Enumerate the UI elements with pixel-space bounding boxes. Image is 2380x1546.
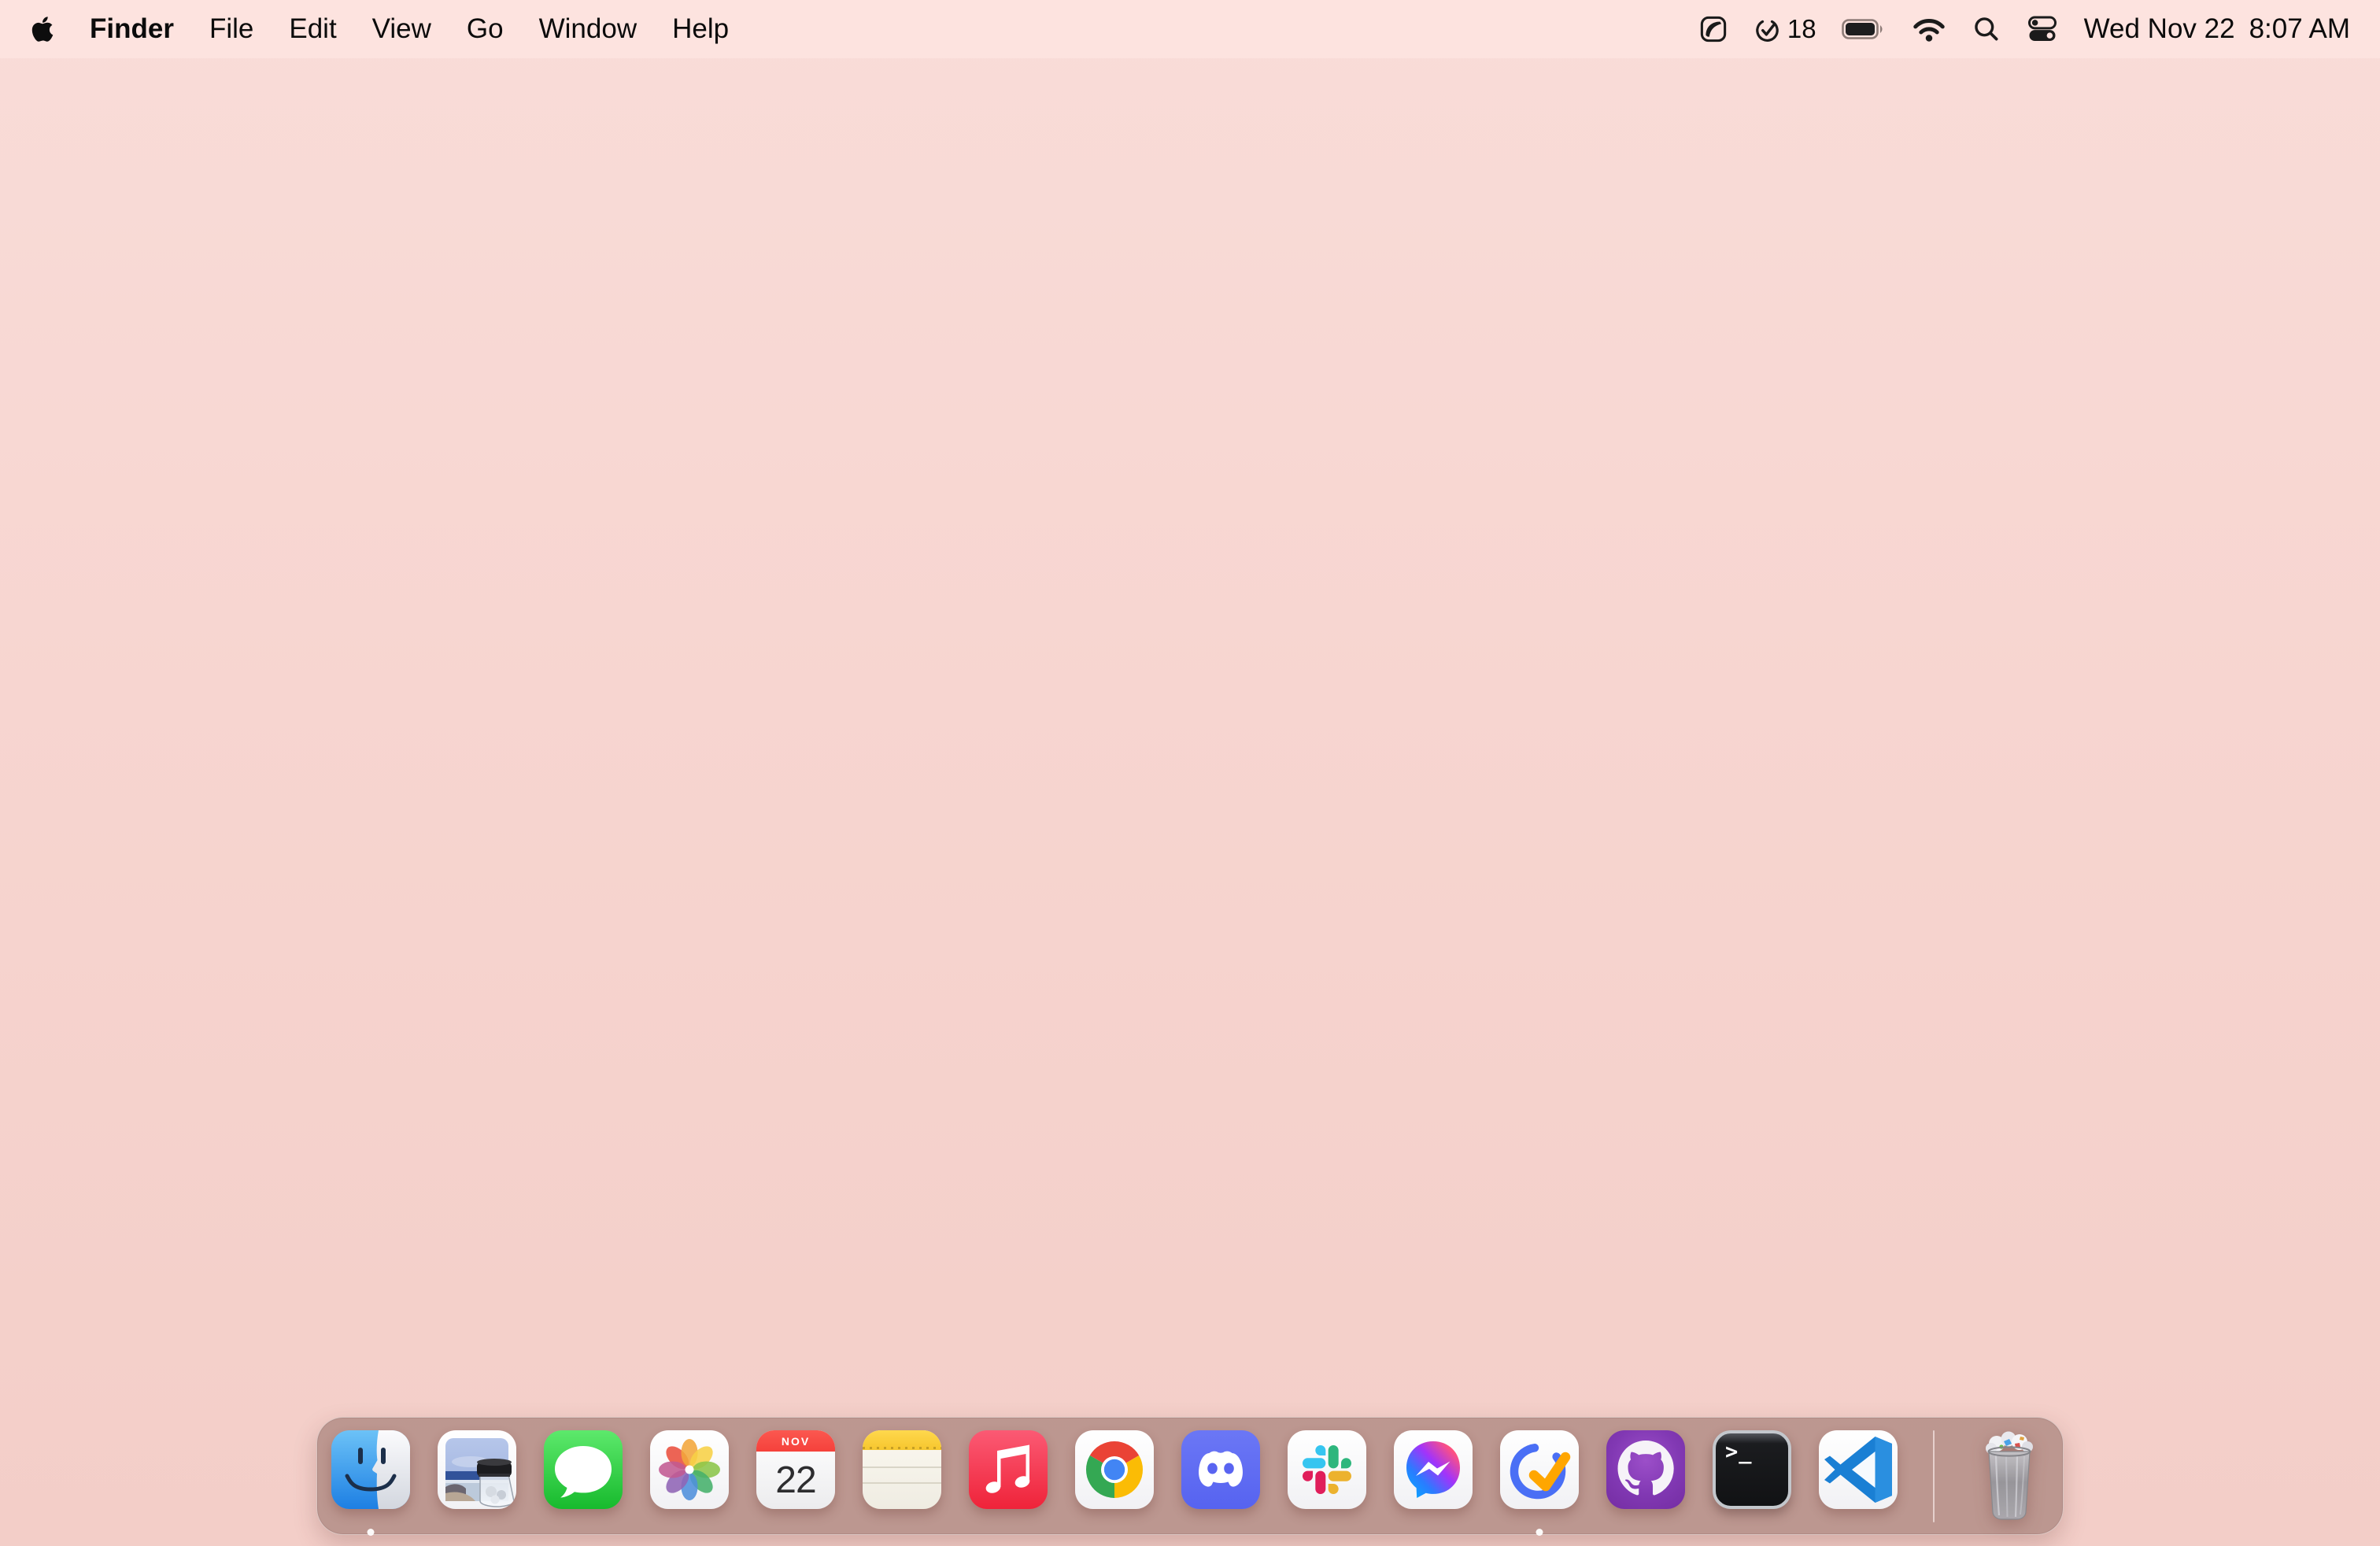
menu-help[interactable]: Help [672,0,729,58]
menu-bar: Finder File Edit View Go Window Help 18 [0,0,2380,58]
clock-date: Wed Nov 22 [2083,13,2235,44]
menu-extra-button[interactable] [1699,15,1728,43]
dock-item-calendar[interactable]: NOV 22 [756,1430,835,1509]
dock-item-terminal[interactable]: >_ [1713,1430,1791,1509]
finder-icon [331,1430,410,1509]
control-center-icon [2027,16,2057,41]
terminal-icon: >_ [1713,1430,1791,1509]
menu-bar-clock[interactable]: Wed Nov 22 8:07 AM [2084,13,2350,45]
check-circle-icon [1756,18,1779,42]
menu-edit[interactable]: Edit [289,0,336,58]
wifi-status[interactable] [1911,15,1947,43]
dock-item-slack[interactable] [1288,1430,1366,1509]
task-badge-count: 18 [1787,14,1816,43]
control-center-button[interactable] [2026,16,2059,43]
messenger-icon [1394,1430,1473,1509]
dock-item-trash[interactable] [1970,1430,2049,1525]
github-icon [1606,1430,1685,1509]
menu-go[interactable]: Go [467,0,504,58]
dock-item-music[interactable] [969,1430,1048,1509]
dock-item-notes[interactable] [863,1430,941,1509]
vscode-icon [1819,1430,1898,1509]
dock-item-chrome[interactable] [1075,1430,1154,1509]
menu-view[interactable]: View [372,0,431,58]
dock-item-discord[interactable] [1181,1430,1260,1509]
music-icon [969,1430,1048,1509]
dock-item-messenger[interactable] [1394,1430,1473,1509]
menu-finder[interactable]: Finder [90,0,174,58]
battery-full-icon [1841,19,1883,39]
calendar-day: 22 [775,1459,816,1501]
slack-icon [1288,1430,1366,1509]
discord-icon [1181,1430,1260,1509]
apple-menu[interactable] [31,15,54,43]
calendar-month: NOV [756,1430,835,1452]
battery-status[interactable] [1841,18,1886,40]
menu-file[interactable]: File [209,0,253,58]
dock-item-messages[interactable] [544,1430,623,1509]
spotlight-button[interactable] [1972,15,2001,43]
terminal-prompt-glyph: >_ [1725,1440,1753,1464]
dock-item-github[interactable] [1606,1430,1685,1509]
wifi-icon [1913,19,1945,42]
menu-window[interactable]: Window [539,0,637,58]
clock-time: 8:07 AM [2249,13,2350,44]
running-indicator [367,1529,375,1536]
ticktick-icon [1500,1430,1579,1509]
notes-icon [863,1430,941,1509]
running-indicator [1536,1529,1543,1536]
dock: NOV 22 >_ [316,1417,2064,1536]
preview-icon [438,1430,516,1509]
task-menu-extra[interactable]: 18 [1753,14,1816,44]
dock-item-preview[interactable] [438,1430,516,1509]
trash-full-icon [1986,1431,2033,1520]
menu-bar-status: 18 Wed Nov 22 8:07 AM [1699,13,2350,45]
messages-icon [544,1430,623,1509]
apple-icon [31,17,54,42]
dock-item-finder[interactable] [331,1430,410,1536]
menu-bar-left: Finder File Edit View Go Window Help [31,0,729,58]
dock-item-ticktick[interactable] [1500,1430,1579,1536]
photos-icon [650,1430,729,1509]
calendar-icon: NOV 22 [756,1430,835,1509]
macos-desktop: { "wallpaper": { "top_color": "#f9dcd8",… [0,0,2380,1546]
dock-item-photos[interactable] [650,1430,729,1509]
chrome-icon [1075,1430,1154,1509]
dock-item-vscode[interactable] [1819,1430,1898,1509]
search-icon [1974,17,1998,41]
folded-shape-menu-extra-icon [1700,16,1727,43]
dock-divider [1933,1430,1935,1522]
